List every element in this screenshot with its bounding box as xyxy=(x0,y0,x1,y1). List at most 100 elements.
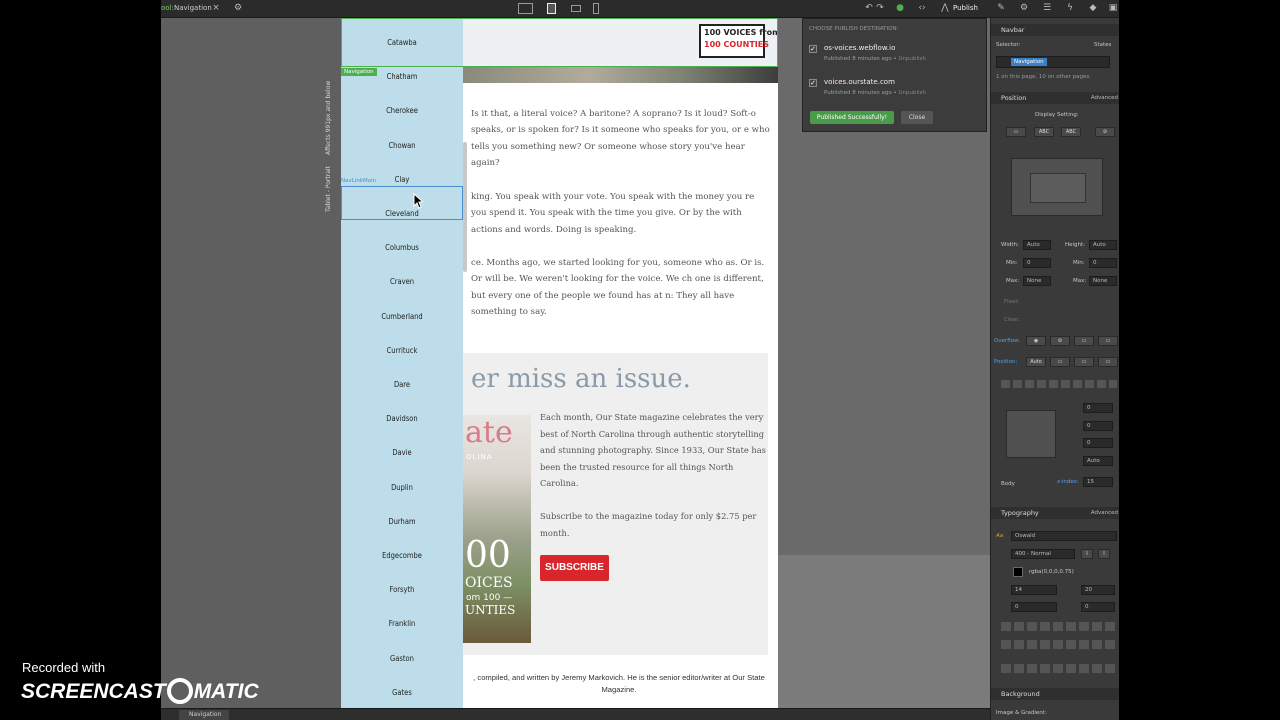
left-offset-field[interactable]: Auto xyxy=(1083,456,1113,466)
nav-link-forsyth[interactable]: Forsyth xyxy=(341,585,463,594)
subscribe-description: Each month, Our State magazine celebrate… xyxy=(540,412,766,488)
brush-icon[interactable]: ✎ xyxy=(995,3,1007,14)
checkbox-icon[interactable]: ✓ xyxy=(809,45,817,53)
box-model-editor[interactable] xyxy=(1011,158,1103,216)
image-gradient-label: Image & Gradient: xyxy=(996,710,1047,716)
navigator-icon[interactable]: ☰ xyxy=(1041,3,1053,14)
display-block-button[interactable]: ▭ xyxy=(1006,127,1026,137)
overflow-hidden-icon[interactable]: ⊘ xyxy=(1050,336,1070,346)
phone-landscape-view-icon[interactable] xyxy=(571,5,581,12)
font-weight-select[interactable]: 400 - Normal xyxy=(1011,549,1075,559)
letter-spacing-field[interactable]: 0 xyxy=(1011,602,1057,612)
height-label: Height: xyxy=(1065,242,1086,248)
watermark-recorded-with: Recorded with xyxy=(22,660,106,675)
font-style-icon[interactable]: I xyxy=(1098,549,1110,559)
nav-link-gates[interactable]: Gates xyxy=(341,688,463,697)
display-inline-button[interactable]: ABC xyxy=(1061,127,1081,137)
font-size-field[interactable]: 14 xyxy=(1011,585,1057,595)
subscribe-button[interactable]: SUBSCRIBE xyxy=(540,555,609,581)
settings-icon[interactable]: ⚙ xyxy=(232,3,244,14)
word-spacing-field[interactable]: 0 xyxy=(1081,602,1115,612)
interactions-icon[interactable]: ϟ xyxy=(1064,3,1076,14)
nav-link-catawba[interactable]: Catawba xyxy=(341,38,463,47)
nav-link-cherokee[interactable]: Cherokee xyxy=(341,106,463,115)
desktop-view-icon[interactable] xyxy=(518,3,533,14)
close-icon[interactable]: × xyxy=(210,3,222,14)
publish-icon[interactable]: ⋀ xyxy=(939,3,951,14)
overflow-scroll-icon[interactable]: ▭ xyxy=(1074,336,1094,346)
position-offset-editor[interactable] xyxy=(1006,410,1056,458)
position-absolute-icon[interactable]: ▭ xyxy=(1074,357,1094,367)
publish-domain[interactable]: os-voices.webflow.io xyxy=(824,44,895,52)
position-auto-button[interactable]: Auto xyxy=(1026,357,1046,367)
publish-destination-1[interactable]: ✓ os-voices.webflow.io Published 8 minut… xyxy=(809,41,981,71)
right-offset-field[interactable]: 0 xyxy=(1083,421,1113,431)
nav-link-franklin[interactable]: Franklin xyxy=(341,619,463,628)
height-field[interactable]: Auto xyxy=(1089,240,1117,250)
overflow-visible-icon[interactable]: ◉ xyxy=(1026,336,1046,346)
nav-link-davidson[interactable]: Davidson xyxy=(341,414,463,423)
navigation-menu[interactable]: Catawba Chatham Cherokee Chowan Clay Clevelan… xyxy=(341,18,463,708)
publish-destination-2[interactable]: ✓ voices.ourstate.com Published 8 minute… xyxy=(809,75,981,105)
text-color-value[interactable]: rgba(0,0,0,0.75) xyxy=(1029,569,1074,575)
italic-icon[interactable]: I xyxy=(1081,549,1093,559)
max-width-field[interactable]: None xyxy=(1023,276,1051,286)
line-height-field[interactable]: 20 xyxy=(1081,585,1115,595)
redo-icon[interactable]: ↷ xyxy=(874,3,886,14)
nav-link-chowan[interactable]: Chowan xyxy=(341,141,463,150)
overflow-label: Overflow: xyxy=(994,338,1021,344)
nav-link-currituck[interactable]: Currituck xyxy=(341,346,463,355)
body-relative-label[interactable]: Body xyxy=(1001,481,1015,487)
mouse-cursor-icon xyxy=(413,193,423,209)
published-successfully-button[interactable]: Published Successfully! xyxy=(810,111,894,124)
box-model-inner[interactable] xyxy=(1030,173,1086,203)
position-section-header[interactable]: Position Advanced xyxy=(991,92,1119,104)
display-none-button[interactable]: ⊘ xyxy=(1095,127,1115,137)
breadcrumb-navigation[interactable]: Navigation xyxy=(179,710,230,720)
nav-link-dare[interactable]: Dare xyxy=(341,380,463,389)
cms-icon[interactable]: ▣ xyxy=(1107,3,1119,14)
bottom-offset-field[interactable]: 0 xyxy=(1083,438,1113,448)
typography-section-header[interactable]: Typography Advanced xyxy=(991,507,1119,519)
top-offset-field[interactable]: 0 xyxy=(1083,403,1113,413)
overflow-auto-icon[interactable]: ▭ xyxy=(1098,336,1118,346)
nav-link-duplin[interactable]: Duplin xyxy=(341,483,463,492)
tablet-portrait-view-icon[interactable] xyxy=(547,3,556,14)
text-decoration-row[interactable] xyxy=(1001,640,1117,649)
background-section-header[interactable]: Background xyxy=(991,688,1119,700)
width-field[interactable]: Auto xyxy=(1023,240,1051,250)
code-icon[interactable]: ‹› xyxy=(916,3,928,14)
breadcrumb-current[interactable]: Navigation xyxy=(174,4,212,12)
nav-link-davie[interactable]: Davie xyxy=(341,448,463,457)
publish-button[interactable]: Publish xyxy=(953,4,978,12)
text-align-row[interactable] xyxy=(1001,622,1117,631)
position-preset-row[interactable] xyxy=(1001,380,1117,388)
assets-icon[interactable]: ◆ xyxy=(1087,3,1099,14)
site-logo[interactable]: 100 VOICES from 100 COUNTIES xyxy=(699,24,778,58)
z-index-field[interactable]: 15 xyxy=(1083,477,1113,487)
min-width-field[interactable]: 0 xyxy=(1023,258,1051,268)
nav-link-durham[interactable]: Durham xyxy=(341,517,463,526)
position-relative-icon[interactable]: ▭ xyxy=(1050,357,1070,367)
phone-portrait-view-icon[interactable] xyxy=(593,3,599,14)
publish-domain[interactable]: voices.ourstate.com xyxy=(824,78,895,86)
max-height-field[interactable]: None xyxy=(1089,276,1117,286)
font-family-select[interactable]: Oswald xyxy=(1011,531,1117,541)
color-swatch[interactable] xyxy=(1013,567,1023,577)
selector-class-tag[interactable]: Navigation xyxy=(1011,58,1047,66)
nav-link-craven[interactable]: Craven xyxy=(341,277,463,286)
close-button[interactable]: Close xyxy=(901,111,933,124)
text-transform-row[interactable] xyxy=(1001,664,1117,673)
display-inline-block-button[interactable]: ABC xyxy=(1034,127,1054,137)
states-label[interactable]: States xyxy=(1094,42,1111,48)
credits-text: , compiled, and written by Jeremy Markov… xyxy=(473,673,765,694)
position-fixed-icon[interactable]: ▭ xyxy=(1098,357,1118,367)
min-height-field[interactable]: 0 xyxy=(1089,258,1117,268)
nav-link-gaston[interactable]: Gaston xyxy=(341,654,463,663)
checkbox-icon[interactable]: ✓ xyxy=(809,79,817,87)
nav-link-cumberland[interactable]: Cumberland xyxy=(341,312,463,321)
nav-link-columbus[interactable]: Columbus xyxy=(341,243,463,252)
nav-link-edgecombe[interactable]: Edgecombe xyxy=(341,551,463,560)
gear-icon[interactable]: ⚙ xyxy=(1018,3,1030,14)
nav-scrollbar[interactable] xyxy=(463,142,467,272)
